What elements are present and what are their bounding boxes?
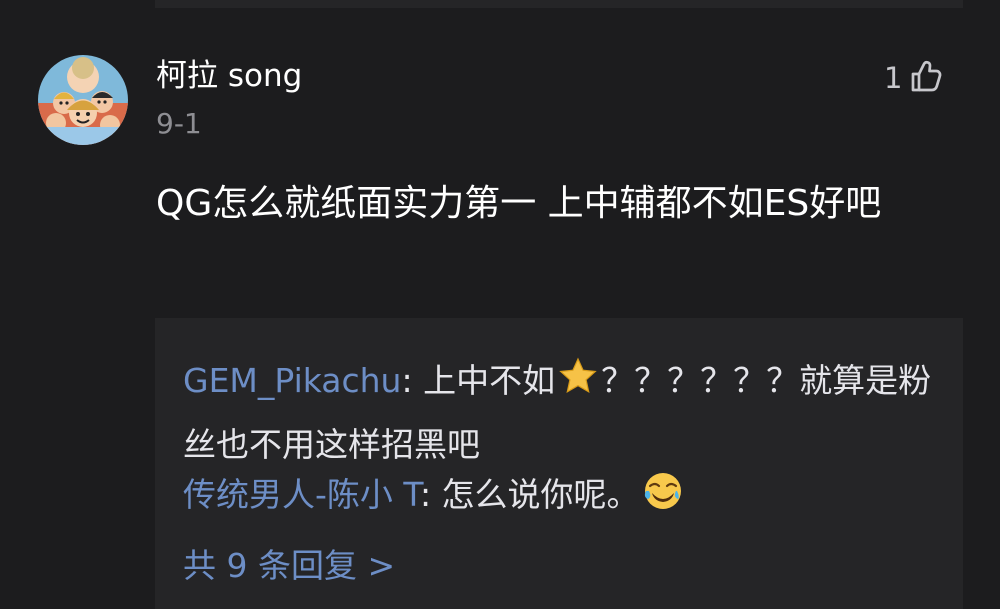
reply-item: GEM_Pikachu: 上中不如 ？？？？？？就算是粉丝也不用这样招黑吧: [183, 352, 943, 474]
laughing-tears-emoji: [642, 470, 684, 530]
comment-panel: 柯拉 song 9-1 1 QG怎么就纸面实力第一 上中辅都不如ES好吧 GEM…: [0, 0, 1000, 609]
reply-separator: :: [419, 475, 442, 514]
reply-separator: :: [401, 361, 424, 400]
like-button[interactable]: 1: [884, 58, 944, 98]
star-emoji: [557, 356, 599, 416]
thumbs-up-icon[interactable]: [906, 57, 944, 99]
comment-date: 9-1: [156, 107, 202, 140]
reply-text: 上中不如: [423, 361, 556, 400]
avatar[interactable]: [38, 55, 128, 145]
reply-text: 怎么说你呢。: [441, 475, 640, 514]
view-more-replies-link[interactable]: 共 9 条回复 >: [183, 544, 395, 588]
previous-reply-strip: [155, 0, 963, 8]
reply-section: GEM_Pikachu: 上中不如 ？？？？？？就算是粉丝也不用这样招黑吧 传统男…: [155, 318, 963, 609]
reply-username[interactable]: GEM_Pikachu: [183, 361, 401, 400]
comment-text: QG怎么就纸面实力第一 上中辅都不如ES好吧: [156, 183, 882, 224]
reply-username[interactable]: 传统男人-陈小 T: [183, 475, 420, 514]
comment-username[interactable]: 柯拉 song: [156, 56, 302, 96]
reply-item: 传统男人-陈小 T: 怎么说你呢。: [183, 466, 943, 530]
like-count: 1: [884, 61, 903, 95]
